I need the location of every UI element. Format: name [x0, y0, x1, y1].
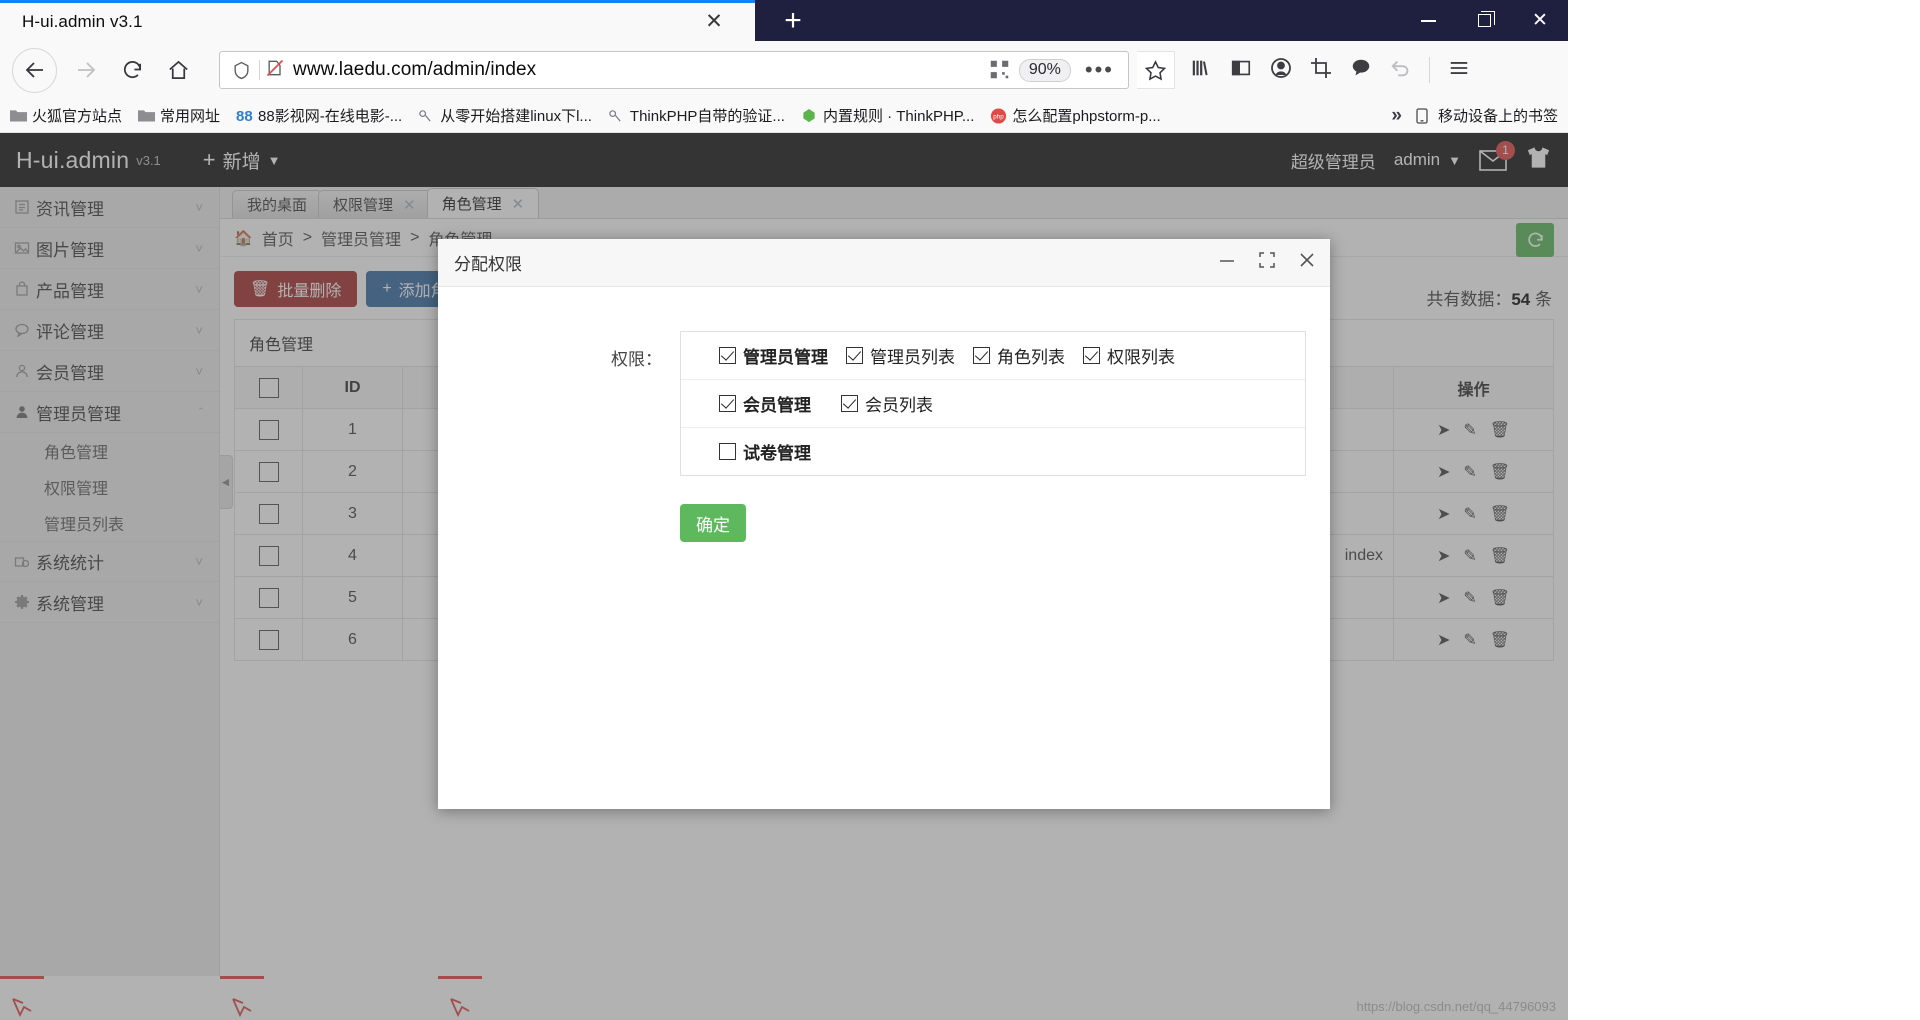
bookmark-item[interactable]: 常用网址 — [138, 105, 220, 126]
shield-icon — [228, 60, 254, 81]
permission-parent-admin[interactable]: 管理员管理 — [719, 343, 828, 368]
assign-permission-modal: 分配权限 权限： 管理员管理 管理员列表 角色列表 权限列表 会员管理 会员列表… — [438, 239, 1330, 809]
wechat-icon[interactable] — [1349, 57, 1373, 84]
bookmark-label: 88影视网-在线电影-... — [258, 108, 403, 125]
modal-header: 分配权限 — [438, 239, 1330, 287]
window-minimize-button[interactable] — [1400, 0, 1456, 41]
reload-button[interactable] — [111, 49, 153, 91]
modal-body: 权限： 管理员管理 管理员列表 角色列表 权限列表 会员管理 会员列表 试卷管理… — [438, 287, 1330, 542]
screenshot-icon[interactable] — [1309, 56, 1333, 85]
bookmark-item[interactable]: 内置规则 · ThinkPHP... — [801, 105, 974, 126]
modal-maximize-icon[interactable] — [1258, 251, 1276, 274]
bookmark-label: 怎么配置phpstorm-p... — [1012, 108, 1161, 125]
bookmark-label: 内置规则 · ThinkPHP... — [822, 108, 975, 125]
page-icon — [418, 108, 435, 123]
permission-label: 管理员列表 — [870, 348, 955, 367]
library-icon[interactable] — [1189, 57, 1213, 84]
permission-child-admin-list[interactable]: 管理员列表 — [846, 343, 955, 368]
page-actions-icon[interactable]: ••• — [1079, 57, 1120, 83]
permission-label: 管理员管理 — [743, 348, 828, 367]
window-close-button[interactable]: ✕ — [1512, 0, 1568, 41]
permission-child-role-list[interactable]: 角色列表 — [973, 343, 1065, 368]
bookmark-star-icon[interactable] — [1137, 51, 1175, 89]
address-bar[interactable]: www.laedu.com/admin/index 90% ••• — [219, 51, 1129, 89]
url-divider — [259, 60, 260, 80]
window-maximize-button[interactable] — [1456, 0, 1512, 41]
checkbox-icon[interactable] — [719, 395, 736, 412]
url-text: www.laedu.com/admin/index — [293, 59, 537, 80]
modal-title: 分配权限 — [454, 255, 522, 274]
permission-parent-exam[interactable]: 试卷管理 — [719, 439, 811, 464]
menu-hamburger-icon[interactable] — [1446, 57, 1472, 84]
checkbox-icon[interactable] — [719, 347, 736, 364]
account-icon[interactable] — [1269, 56, 1293, 85]
address-bar-actions: 90% ••• — [989, 57, 1120, 83]
browser-tab[interactable]: H-ui.admin v3.1 ✕ — [0, 3, 755, 41]
desktop-background — [1568, 0, 1920, 1020]
php-icon: php — [990, 108, 1007, 124]
bookmark-label: ThinkPHP自带的验证... — [629, 108, 785, 125]
sidebar-toggle-icon[interactable] — [1229, 57, 1253, 84]
permission-child-member-list[interactable]: 会员列表 — [841, 391, 933, 416]
back-button[interactable] — [12, 47, 57, 93]
zoom-level-badge[interactable]: 90% — [1018, 58, 1071, 82]
bookmark-item[interactable]: 火狐官方站点 — [10, 105, 122, 126]
folder-icon — [138, 108, 156, 123]
permission-group-row: 会员管理 会员列表 — [681, 380, 1305, 428]
permission-label: 权限列表 — [1107, 348, 1175, 367]
modal-minimize-icon[interactable] — [1218, 253, 1236, 273]
checkbox-icon[interactable] — [973, 347, 990, 364]
bookmark-label: 火狐官方站点 — [32, 108, 123, 125]
bookmarks-overflow-icon[interactable]: » — [1391, 105, 1402, 127]
tab-close-icon[interactable]: ✕ — [703, 11, 725, 34]
home-button[interactable] — [157, 49, 199, 91]
svg-text:php: php — [994, 114, 1005, 121]
browser-tab-title: H-ui.admin v3.1 — [22, 12, 143, 31]
modal-close-icon[interactable] — [1298, 251, 1316, 274]
permission-group-row: 试卷管理 — [681, 428, 1305, 475]
bookmark-item[interactable]: ThinkPHP自带的验证... — [608, 105, 785, 126]
bookmark-item[interactable]: 从零开始搭建linux下l... — [418, 105, 592, 126]
mobile-bookmarks-item[interactable]: 移动设备上的书签 — [1416, 105, 1558, 126]
checkbox-icon[interactable] — [719, 443, 736, 460]
permission-group-row: 管理员管理 管理员列表 角色列表 权限列表 — [681, 332, 1305, 380]
permission-form-row: 权限： 管理员管理 管理员列表 角色列表 权限列表 会员管理 会员列表 试卷管理 — [438, 331, 1330, 476]
new-tab-button[interactable]: + — [775, 5, 811, 39]
bookmark-item[interactable]: php 怎么配置phpstorm-p... — [990, 105, 1161, 126]
permission-label: 试卷管理 — [743, 444, 811, 463]
qr-code-icon[interactable] — [989, 59, 1011, 81]
permission-parent-member[interactable]: 会员管理 — [719, 391, 811, 416]
browser-navbar: www.laedu.com/admin/index 90% ••• — [0, 41, 1568, 99]
thinkphp-icon — [801, 108, 818, 123]
permission-label: 会员列表 — [865, 396, 933, 415]
checkbox-icon[interactable] — [846, 347, 863, 364]
forward-button[interactable] — [65, 49, 107, 91]
bookmark-item[interactable]: 88 88影视网-在线电影-... — [236, 105, 402, 126]
folder-icon — [10, 108, 27, 123]
browser-window: H-ui.admin v3.1 ✕ + ✕ www.laedu.com/admi… — [0, 0, 1568, 1020]
permission-label: 角色列表 — [997, 348, 1065, 367]
page-icon — [608, 108, 625, 123]
browser-titlebar: H-ui.admin v3.1 ✕ + ✕ — [0, 0, 1568, 41]
screenshot-root: H-ui.admin v3.1 ✕ + ✕ www.laedu.com/admi… — [0, 0, 1920, 1020]
mobile-device-icon — [1416, 108, 1433, 124]
tracking-protection-off-icon[interactable] — [265, 58, 285, 83]
bookmarks-bar-right: » 移动设备上的书签 — [1391, 105, 1558, 127]
confirm-button[interactable]: 确定 — [680, 504, 746, 542]
permission-child-permission-list[interactable]: 权限列表 — [1083, 343, 1175, 368]
bookmark-label: 常用网址 — [160, 108, 221, 125]
checkbox-icon[interactable] — [1083, 347, 1100, 364]
undo-icon[interactable] — [1389, 57, 1413, 84]
modal-window-controls — [1218, 251, 1316, 274]
bookmark-label: 从零开始搭建linux下l... — [440, 108, 592, 125]
checkbox-icon[interactable] — [841, 395, 858, 412]
88-icon: 88 — [236, 108, 253, 125]
bookmarks-bar: 火狐官方站点 常用网址 88 88影视网-在线电影-... 从零开始搭建linu… — [0, 99, 1568, 133]
permission-field-label: 权限： — [611, 350, 662, 369]
permission-list: 管理员管理 管理员列表 角色列表 权限列表 会员管理 会员列表 试卷管理 — [680, 331, 1306, 476]
toolbar-separator — [1429, 57, 1430, 83]
permission-label: 会员管理 — [743, 396, 811, 415]
mobile-bookmarks-label: 移动设备上的书签 — [1437, 108, 1558, 125]
toolbar-icons — [1189, 56, 1472, 85]
